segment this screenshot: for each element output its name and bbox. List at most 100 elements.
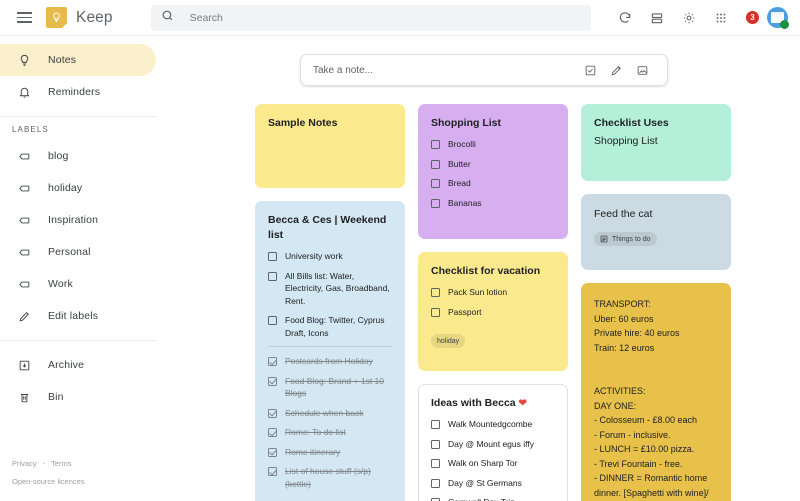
privacy-link[interactable]: Privacy: [12, 459, 37, 468]
sidebar-item-inspiration[interactable]: Inspiration: [0, 204, 156, 236]
sidebar-item-inspiration-label: Inspiration: [48, 214, 99, 226]
note-weekend-list[interactable]: Becca & Ces | Weekend list University wo…: [255, 201, 405, 501]
note-sample-notes[interactable]: Sample Notes: [255, 104, 405, 189]
avatar[interactable]: [767, 7, 789, 29]
checklist-item-label: Food Blog: Brand + 1st 10 Blogs: [285, 375, 384, 399]
terms-link[interactable]: Terms: [51, 459, 71, 468]
label-icon: [12, 150, 36, 163]
notes-board: Sample Notes Becca & Ces | Weekend list …: [168, 104, 800, 501]
take-a-note-input[interactable]: Take a note...: [313, 65, 577, 76]
checklist-item-label: University work: [285, 251, 343, 262]
refresh-icon[interactable]: [610, 3, 640, 33]
list-view-icon[interactable]: [642, 3, 672, 33]
sidebar-item-notes[interactable]: Notes: [0, 44, 156, 76]
sidebar-item-edit-labels[interactable]: Edit labels: [0, 300, 156, 332]
brush-icon[interactable]: [603, 57, 629, 83]
checklist-item[interactable]: List of house stuff (s/p) (kettle): [268, 465, 392, 490]
checkbox-icon[interactable]: [431, 307, 440, 317]
open-source-licences-link[interactable]: Open-source licences: [12, 477, 85, 486]
checkbox-icon[interactable]: [268, 376, 277, 386]
notes-column-1: Sample Notes Becca & Ces | Weekend list …: [255, 104, 405, 501]
checklist-item[interactable]: Walk Mountedgcombe: [431, 418, 555, 431]
checkbox-icon[interactable]: [268, 316, 277, 326]
checklist-item-label: Schedule when back: [285, 407, 364, 418]
checklist-item[interactable]: Schedule when back: [268, 407, 392, 420]
checklist-item[interactable]: Bread: [431, 177, 555, 190]
take-a-note-bar[interactable]: Take a note...: [300, 54, 668, 86]
label-icon: [12, 246, 36, 259]
sidebar-item-archive[interactable]: Archive: [0, 349, 156, 381]
checklist-item[interactable]: Rome itinerary: [268, 446, 392, 459]
checkbox-icon[interactable]: [577, 57, 603, 83]
note-title: Ideas with Becca ❤: [431, 396, 555, 411]
gear-icon[interactable]: [674, 3, 704, 33]
search-input[interactable]: Search: [150, 4, 591, 31]
checkbox-icon[interactable]: [268, 428, 277, 438]
checkbox-icon[interactable]: [268, 357, 277, 367]
checklist-item-label: Bananas: [448, 197, 482, 208]
checklist-item[interactable]: University work: [268, 250, 392, 263]
checklist-item[interactable]: Cornwall Day Trip: [431, 496, 555, 501]
checkbox-icon[interactable]: [431, 288, 440, 297]
checklist-item[interactable]: Day @ St Germans: [431, 477, 555, 490]
checkbox-icon[interactable]: [431, 159, 440, 169]
checklist-item[interactable]: Butter: [431, 158, 555, 171]
checkbox-icon[interactable]: [431, 420, 440, 429]
checkbox-icon[interactable]: [268, 252, 277, 262]
checklist-item[interactable]: Passport: [431, 306, 555, 319]
checklist-item[interactable]: Food Blog: Twitter, Cyprus Draft, Icons: [268, 314, 392, 339]
checkbox-icon[interactable]: [268, 408, 277, 418]
checkbox-icon[interactable]: [431, 198, 440, 208]
sidebar-item-reminders[interactable]: Reminders: [0, 76, 156, 108]
note-shopping-list[interactable]: Shopping List Brocolli Butter Bread Bana…: [418, 104, 568, 239]
checklist-item[interactable]: All Bills list: Water, Electricity, Gas,…: [268, 270, 392, 308]
brand-name: Keep: [76, 8, 113, 26]
checklist-item[interactable]: Day @ Mount egus iffy: [431, 438, 555, 451]
checklist-item[interactable]: Rome: To do list: [268, 426, 392, 439]
note-feed-the-cat[interactable]: Feed the cat Things to do: [581, 194, 731, 270]
note-ideas-with-becca[interactable]: Ideas with Becca ❤ Walk Mountedgcombe Da…: [418, 384, 568, 501]
checklist-item-label: Rome itinerary: [285, 446, 341, 457]
checkbox-icon[interactable]: [431, 140, 440, 149]
notification-badge[interactable]: 3: [746, 11, 759, 24]
apps-grid-icon[interactable]: [706, 3, 736, 33]
sidebar-item-holiday[interactable]: holiday: [0, 172, 156, 204]
sidebar: Notes Reminders LABELS blog holiday Insp…: [0, 36, 168, 501]
checkbox-icon[interactable]: [431, 439, 440, 449]
checklist-item[interactable]: Pack Sun lotion: [431, 286, 555, 299]
note-vacation-checklist[interactable]: Checklist for vacation Pack Sun lotion P…: [418, 252, 568, 371]
checkbox-icon[interactable]: [268, 467, 277, 477]
label-chip[interactable]: holiday: [431, 334, 466, 348]
checklist-item[interactable]: Postcards from Holiday: [268, 355, 392, 368]
sidebar-item-personal[interactable]: Personal: [0, 236, 156, 268]
pencil-icon: [12, 310, 36, 323]
content-area: Take a note... Sample Notes Becca & Ces …: [168, 36, 800, 501]
image-icon[interactable]: [629, 57, 655, 83]
checkbox-icon[interactable]: [431, 179, 440, 188]
sidebar-item-bin[interactable]: Bin: [0, 381, 156, 413]
sidebar-item-holiday-label: holiday: [48, 182, 83, 194]
checklist-item[interactable]: Food Blog: Brand + 1st 10 Blogs: [268, 375, 392, 400]
sidebar-footer: Privacy - Terms Open-source licences: [12, 455, 85, 491]
checklist-item-label: Brocolli: [448, 139, 476, 149]
sidebar-item-work[interactable]: Work: [0, 268, 156, 300]
note-trip-budget[interactable]: TRANSPORT: Uber: 60 euros Private hire: …: [581, 283, 731, 501]
checklist-item-label: Walk on Sharp Tor: [448, 458, 518, 468]
checklist-item-label: Rome: To do list: [285, 427, 346, 438]
hamburger-icon[interactable]: [6, 0, 42, 36]
note-checklist-uses[interactable]: Checklist Uses Shopping List: [581, 104, 731, 181]
label-chip[interactable]: Things to do: [594, 232, 657, 246]
checklist-item[interactable]: Bananas: [431, 197, 555, 210]
label-chip-text: Things to do: [612, 235, 651, 243]
checkbox-icon[interactable]: [268, 447, 277, 457]
checkbox-icon[interactable]: [431, 459, 440, 468]
checkbox-icon[interactable]: [431, 478, 440, 488]
checklist-item[interactable]: Brocolli: [431, 138, 555, 151]
checklist-item-label: Day @ St Germans: [448, 477, 522, 488]
bulb-icon: [12, 54, 36, 67]
sidebar-item-bin-label: Bin: [48, 391, 64, 403]
checkbox-icon[interactable]: [268, 271, 277, 281]
sidebar-item-blog[interactable]: blog: [0, 140, 156, 172]
sidebar-divider-1: [0, 116, 156, 117]
checklist-item[interactable]: Walk on Sharp Tor: [431, 457, 555, 470]
